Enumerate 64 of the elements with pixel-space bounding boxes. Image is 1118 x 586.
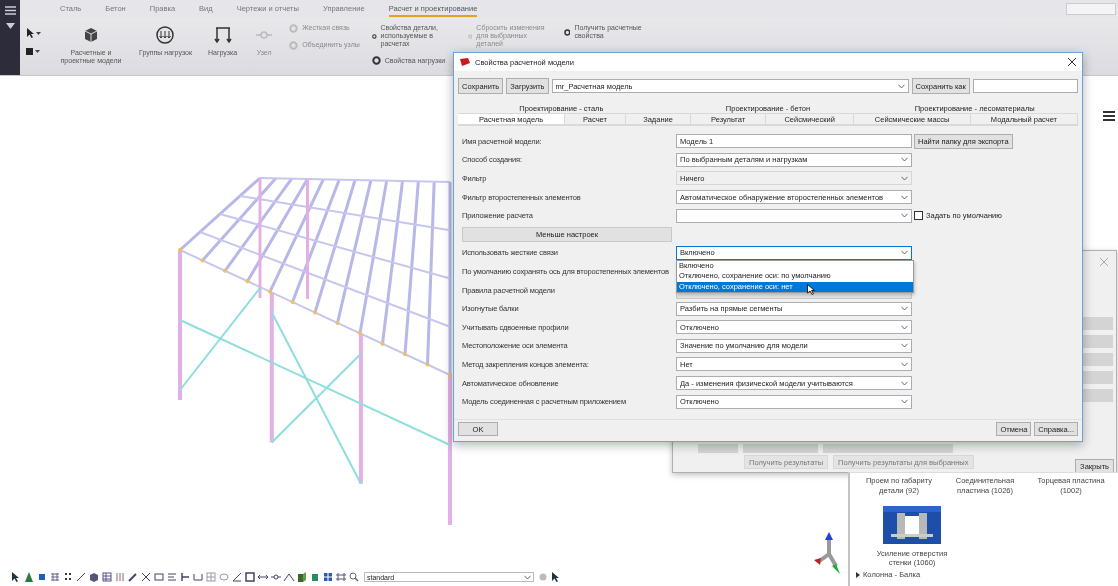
chevron-icon	[901, 250, 908, 256]
cube-icon	[296, 571, 308, 583]
menu-icon	[1103, 110, 1115, 122]
frame-icon	[335, 571, 347, 583]
chevron-icon	[901, 157, 908, 163]
flag-icon	[460, 58, 470, 66]
chevron-icon	[897, 83, 905, 89]
button[interactable]	[1081, 353, 1113, 366]
arch-icon	[283, 571, 295, 583]
close-icon	[1068, 58, 1076, 66]
cross-icon	[140, 571, 152, 583]
grid-icon	[205, 571, 217, 583]
load-groups-icon	[154, 24, 177, 46]
chevron-icon	[901, 399, 908, 405]
angle-icon	[231, 571, 243, 583]
cube-icon	[88, 571, 100, 583]
grid-icon	[114, 571, 126, 583]
close-icon	[1100, 258, 1108, 266]
square-icon	[36, 571, 48, 583]
chevron-icon	[901, 361, 908, 367]
square-icon	[26, 48, 33, 55]
menu-icon	[4, 6, 16, 15]
tee-icon	[179, 571, 191, 583]
expand-triangle-icon	[856, 571, 860, 578]
search-field[interactable]	[1066, 3, 1116, 15]
chevron-icon	[901, 194, 908, 200]
load-icon	[211, 24, 234, 46]
triangle-down-icon	[5, 23, 15, 29]
circle-icon	[538, 572, 548, 582]
dots-icon	[62, 571, 74, 583]
bars-icon	[166, 571, 178, 583]
caret-icon	[36, 31, 41, 35]
button[interactable]	[1081, 335, 1113, 348]
ellipse-icon	[218, 571, 230, 583]
name-field[interactable]	[972, 79, 1078, 93]
pointer-icon	[549, 571, 561, 583]
chevron-icon	[901, 306, 908, 312]
chevron-icon	[901, 343, 908, 349]
grid-icon	[49, 571, 61, 583]
button[interactable]	[1081, 371, 1113, 384]
line-icon	[75, 571, 87, 583]
magnifier-icon	[348, 571, 360, 583]
button[interactable]	[743, 444, 818, 453]
button[interactable]	[1081, 317, 1113, 330]
grid-icon	[101, 571, 113, 583]
chevron-icon	[901, 176, 908, 181]
checkbox[interactable]	[914, 211, 923, 221]
rectangle-icon	[244, 571, 256, 583]
button[interactable]	[823, 444, 953, 453]
rectangle-icon	[153, 571, 165, 583]
bracket-icon	[192, 571, 204, 583]
close-button[interactable]	[1068, 58, 1076, 66]
button[interactable]	[698, 444, 738, 453]
cube-icon	[309, 571, 321, 583]
button[interactable]	[1081, 389, 1113, 402]
chevron-icon	[524, 574, 531, 580]
chevron-icon	[901, 213, 908, 219]
pencil-icon	[127, 571, 139, 583]
triangle-icon	[23, 571, 35, 583]
chevron-icon	[901, 324, 908, 330]
caret-icon	[35, 50, 40, 53]
chevron-icon	[901, 380, 908, 386]
pointer-icon	[26, 28, 34, 38]
component-thumbnail-drawing	[883, 503, 941, 546]
